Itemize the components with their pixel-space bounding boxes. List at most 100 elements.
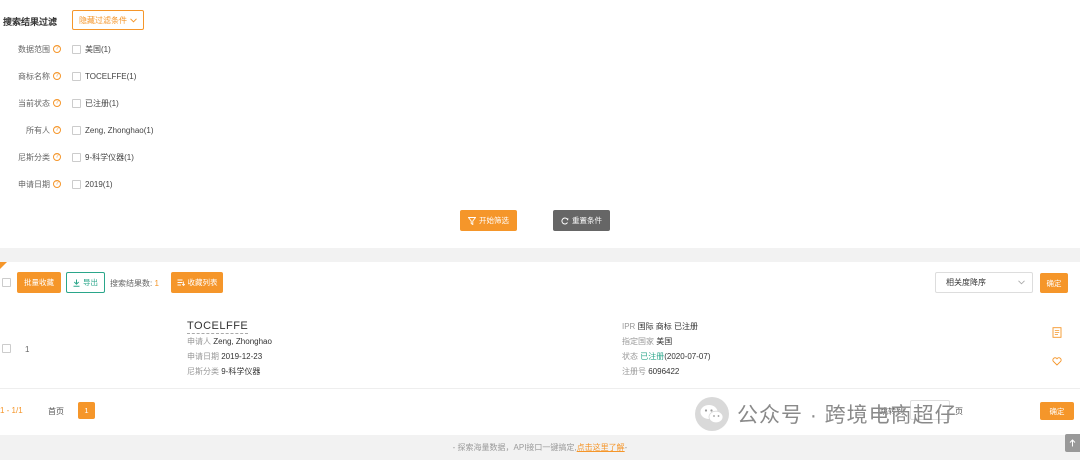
footer-learn-more-link[interactable]: 点击这里了解 (577, 442, 625, 453)
filter-row-range: 数据范围 ? 美国(1) (0, 42, 111, 56)
sort-select[interactable]: 相关度降序 (935, 272, 1033, 293)
country-line: 指定国家 美国 (622, 336, 672, 347)
chevron-down-icon (130, 17, 137, 23)
batch-favorite-label: 批量收藏 (24, 278, 54, 287)
applicant-value: Zeng, Zhonghao (213, 337, 272, 346)
download-icon (73, 279, 80, 287)
help-icon[interactable]: ? (53, 45, 61, 53)
select-all-checkbox[interactable] (2, 278, 11, 287)
country-label: 指定国家 (622, 337, 654, 346)
filter-option-label: 美国(1) (85, 44, 111, 54)
document-icon[interactable] (1052, 327, 1062, 338)
result-count-value: 1 (154, 279, 159, 288)
sort-select-value: 相关度降序 (946, 278, 986, 287)
export-button[interactable]: 导出 (66, 272, 105, 293)
country-value: 美国 (656, 337, 673, 346)
footer-text: - 探索海量数据，API接口一键搞定, (452, 443, 577, 452)
favorite-list-label: 收藏列表 (187, 278, 218, 287)
help-icon[interactable]: ? (53, 153, 61, 161)
hide-filters-label: 隐藏过滤条件 (79, 15, 127, 25)
applicant-label: 申请人 (187, 337, 211, 346)
registration-line: 注册号 6096422 (622, 366, 679, 377)
filter-label: 商标名称 (18, 71, 50, 81)
filter-label: 申请日期 (18, 179, 50, 189)
filter-option[interactable]: Zeng, Zhonghao(1) (72, 125, 154, 135)
page-range: 1 - 1/1 (0, 406, 23, 415)
filter-option[interactable]: 9-科学仪器(1) (72, 152, 134, 163)
filter-row-name: 商标名称 ? TOCELFFE(1) (0, 69, 136, 83)
checkbox[interactable] (72, 125, 81, 135)
status-line: 状态 已注册(2020-07-07) (622, 351, 710, 362)
filter-option-label: 9-科学仪器(1) (85, 152, 134, 162)
footer-dash: - (624, 443, 628, 452)
filter-option[interactable]: 2019(1) (72, 179, 113, 189)
row-index: 1 (25, 345, 30, 354)
status-badge: 已注册 (640, 352, 665, 361)
application-date-line: 申请日期 2019-12-23 (187, 351, 262, 362)
applicant-line: 申请人 Zeng, Zhonghao (187, 336, 272, 347)
section-divider (0, 248, 1080, 262)
favorite-list-button[interactable]: 收藏列表 (171, 272, 223, 293)
checkbox[interactable] (72, 152, 81, 162)
heart-icon[interactable] (1052, 357, 1062, 366)
watermark: 公众号 · 跨境电商超仔 (695, 397, 957, 431)
batch-favorite-button[interactable]: 批量收藏 (17, 272, 61, 293)
sort-confirm-label: 确定 (1046, 278, 1062, 288)
filter-label: 所有人 (26, 125, 50, 135)
help-icon[interactable]: ? (53, 72, 61, 80)
help-icon[interactable]: ? (53, 126, 61, 134)
export-label: 导出 (83, 278, 98, 287)
filter-option-label: Zeng, Zhonghao(1) (85, 125, 154, 135)
result-count-label: 搜索结果数: (110, 279, 153, 288)
goto-confirm-button[interactable]: 确定 (1040, 402, 1074, 420)
start-filter-button[interactable]: 开始筛选 (460, 210, 517, 231)
filter-option[interactable]: 美国(1) (72, 44, 111, 55)
arrow-up-icon (1069, 439, 1076, 447)
filter-row-date: 申请日期 ? 2019(1) (0, 177, 113, 191)
first-page-link[interactable]: 首页 (48, 406, 64, 417)
sort-confirm-button[interactable]: 确定 (1040, 273, 1068, 293)
filter-row-status: 当前状态 ? 已注册(1) (0, 96, 119, 110)
start-filter-label: 开始筛选 (479, 216, 509, 225)
goto-confirm-label: 确定 (1049, 406, 1065, 416)
nice-class-line: 尼斯分类 9-科学仪器 (187, 366, 260, 377)
reset-button[interactable]: 重置条件 (553, 210, 610, 231)
filter-label: 当前状态 (18, 98, 50, 108)
list-icon (177, 279, 185, 286)
trademark-name-link[interactable]: TOCELFFE (187, 320, 249, 334)
status-label: 状态 (622, 352, 638, 361)
filter-option[interactable]: 已注册(1) (72, 98, 119, 109)
status-date: (2020-07-07) (664, 352, 711, 361)
application-date-value: 2019-12-23 (221, 352, 263, 361)
footer-banner: - 探索海量数据，API接口一键搞定, 点击这里了解 - (0, 435, 1080, 460)
nice-class-value: 9-科学仪器 (221, 367, 261, 376)
hide-filters-button[interactable]: 隐藏过滤条件 (72, 10, 144, 30)
ipr-line: IPR 国际 商标 已注册 (622, 321, 698, 332)
filter-row-nice: 尼斯分类 ? 9-科学仪器(1) (0, 150, 134, 164)
filter-option[interactable]: TOCELFFE(1) (72, 71, 136, 81)
refresh-icon (561, 217, 569, 224)
filter-label: 尼斯分类 (18, 152, 50, 162)
result-count: 搜索结果数: 1 (110, 278, 159, 289)
filter-title: 搜索结果过滤 (3, 17, 58, 27)
chevron-down-icon (1018, 280, 1025, 285)
checkbox[interactable] (72, 71, 81, 81)
ipr-label: IPR (622, 322, 636, 331)
page-number-current[interactable]: 1 (78, 402, 95, 419)
help-icon[interactable]: ? (53, 180, 61, 188)
help-icon[interactable]: ? (53, 99, 61, 107)
filter-option-label: 2019(1) (85, 179, 113, 189)
nice-class-label: 尼斯分类 (187, 367, 219, 376)
registration-value: 6096422 (648, 367, 680, 376)
application-date-label: 申请日期 (187, 352, 219, 361)
watermark-text: 公众号 · 跨境电商超仔 (737, 404, 957, 427)
back-to-top-button[interactable] (1065, 434, 1080, 452)
wechat-logo-icon (695, 397, 729, 431)
row-checkbox[interactable] (2, 344, 11, 353)
checkbox[interactable] (72, 98, 81, 108)
filter-row-owner: 所有人 ? Zeng, Zhonghao(1) (0, 123, 154, 137)
row-divider (0, 388, 1080, 389)
registration-label: 注册号 (622, 367, 646, 376)
checkbox[interactable] (72, 44, 81, 54)
checkbox[interactable] (72, 179, 81, 189)
